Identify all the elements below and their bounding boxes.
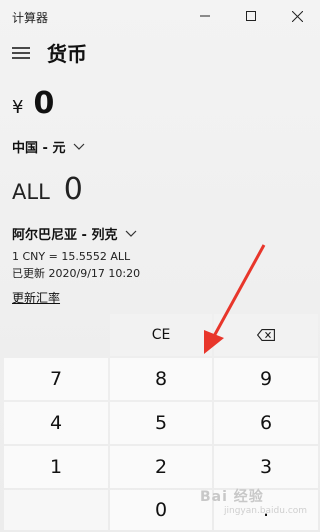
digit-8-button[interactable]: 8 <box>110 358 212 400</box>
backspace-button[interactable] <box>214 314 318 356</box>
digit-9-button[interactable]: 9 <box>214 358 318 400</box>
from-value: 0 <box>33 86 55 121</box>
backspace-icon <box>257 329 275 341</box>
digit-1-button[interactable]: 1 <box>4 446 108 488</box>
from-amount[interactable]: ¥ 0 <box>12 86 54 126</box>
watermark-logo: Bai 经验 <box>200 489 264 505</box>
empty-key <box>4 490 108 530</box>
title-bar: 计算器 <box>0 0 320 32</box>
close-button[interactable] <box>274 0 320 32</box>
clear-entry-button[interactable]: CE <box>110 314 212 356</box>
from-currency-label: 中国 - 元 <box>12 141 66 156</box>
digit-3-button[interactable]: 3 <box>214 446 318 488</box>
close-icon <box>291 10 303 22</box>
digit-7-button[interactable]: 7 <box>4 358 108 400</box>
minimize-icon <box>200 15 210 17</box>
page-title: 货币 <box>47 42 87 66</box>
digit-2-button[interactable]: 2 <box>110 446 212 488</box>
minimize-button[interactable] <box>182 0 228 32</box>
from-currency-dropdown[interactable]: 中国 - 元 <box>12 137 85 156</box>
chevron-down-icon <box>125 230 137 238</box>
watermark-url: jingyan.baidu.com <box>224 506 308 516</box>
digit-5-button[interactable]: 5 <box>110 402 212 444</box>
maximize-icon <box>246 11 256 21</box>
rate-updated-time: 已更新 2020/9/17 10:20 <box>12 267 141 280</box>
to-currency-symbol: ALL <box>12 180 50 204</box>
app-title: 计算器 <box>12 11 49 25</box>
exchange-rate: 1 CNY = 15.5552 ALL <box>12 250 131 263</box>
maximize-button[interactable] <box>228 0 274 32</box>
to-amount[interactable]: ALL 0 <box>12 172 83 212</box>
update-rates-link[interactable]: 更新汇率 <box>12 289 60 306</box>
hamburger-icon <box>12 47 30 59</box>
to-currency-dropdown[interactable]: 阿尔巴尼亚 - 列克 <box>12 224 137 243</box>
to-currency-label: 阿尔巴尼亚 - 列克 <box>12 228 118 243</box>
to-value: 0 <box>63 172 83 207</box>
digit-0-button[interactable]: 0 <box>110 490 212 530</box>
chevron-down-icon <box>73 143 85 151</box>
from-currency-symbol: ¥ <box>12 97 24 118</box>
keypad: CE 7 8 9 4 5 6 1 2 3 0 . <box>0 312 320 532</box>
digit-6-button[interactable]: 6 <box>214 402 318 444</box>
digit-4-button[interactable]: 4 <box>4 402 108 444</box>
navigation-menu-button[interactable] <box>10 43 32 63</box>
